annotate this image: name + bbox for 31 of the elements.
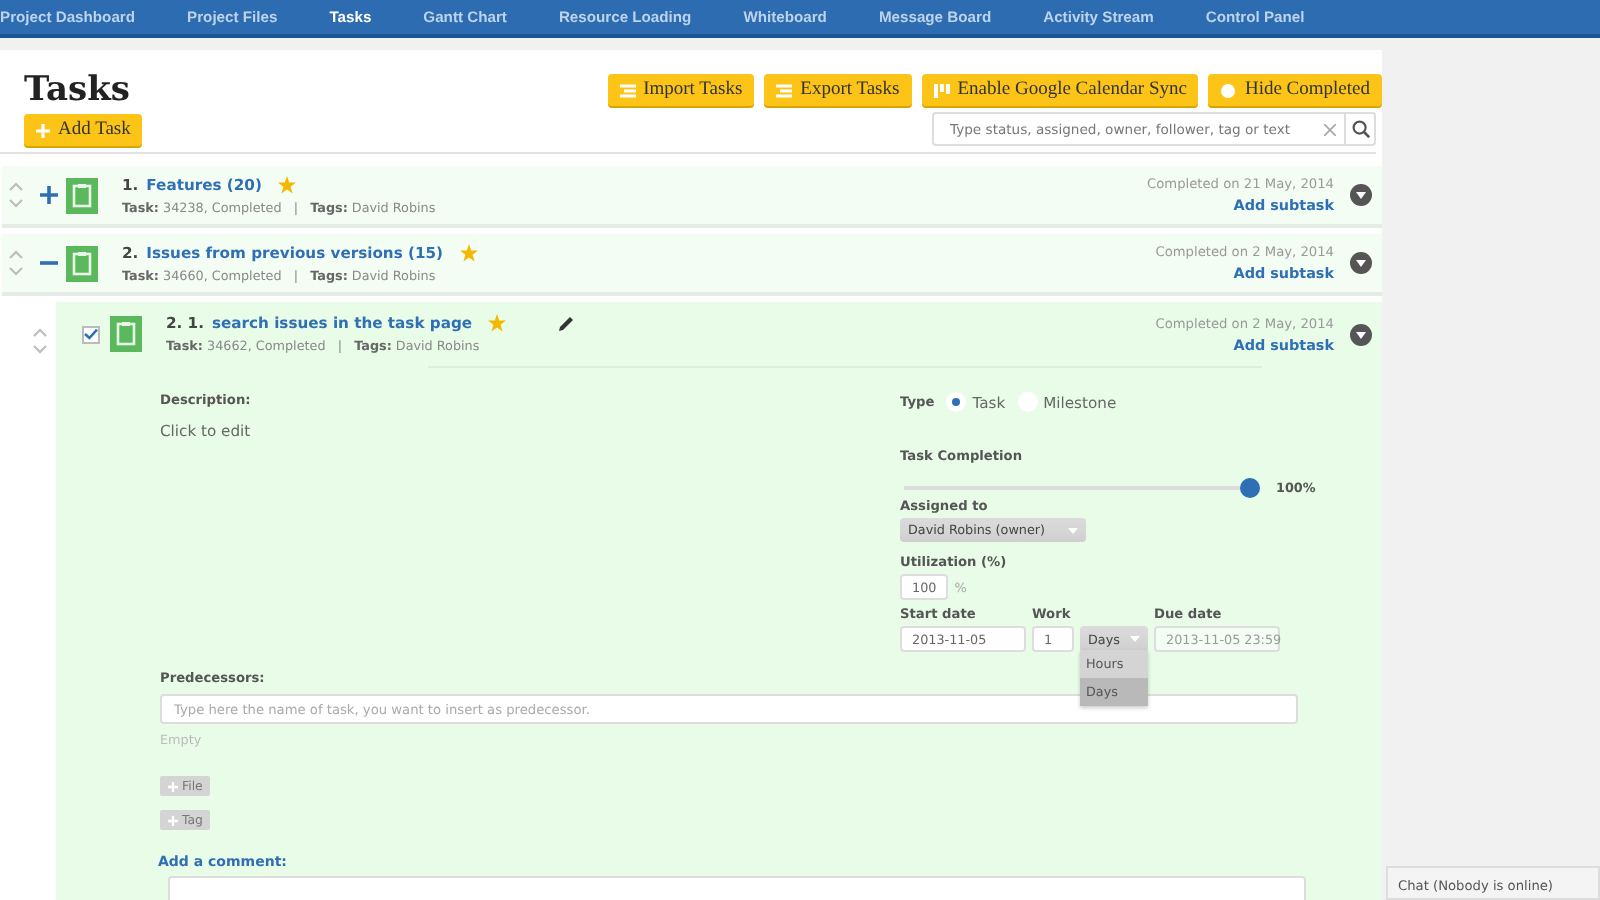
action-button[interactable]: Hide Completed <box>1208 74 1382 106</box>
plus-icon <box>168 781 178 791</box>
search-icon[interactable] <box>1351 120 1369 138</box>
check-icon <box>84 328 98 340</box>
action-button[interactable]: Export Tasks <box>764 74 912 106</box>
add-task-button[interactable]: Add Task <box>24 114 143 146</box>
checkbox[interactable] <box>82 325 100 343</box>
dropdown-caret-icon[interactable] <box>1350 323 1372 345</box>
plus-icon <box>168 815 178 825</box>
page-title: Tasks <box>24 70 130 110</box>
action-button[interactable]: Import Tasks <box>607 74 755 106</box>
caret-icon <box>1130 636 1140 642</box>
lines-icon <box>619 81 636 99</box>
plus-icon <box>36 123 50 137</box>
star-icon[interactable] <box>459 243 478 261</box>
caret-icon <box>1068 527 1078 533</box>
dropdown-caret-icon[interactable] <box>1350 184 1372 206</box>
clipboard-icon <box>66 177 98 213</box>
slider-thumb[interactable] <box>1240 478 1260 498</box>
star-icon[interactable] <box>277 175 296 193</box>
bars-icon <box>933 81 950 99</box>
action-button[interactable]: Enable Google Calendar Sync <box>921 74 1199 106</box>
lines-icon <box>776 81 793 99</box>
circle-icon <box>1220 81 1237 99</box>
clipboard-icon <box>110 316 142 352</box>
comment-field[interactable] <box>168 876 1306 900</box>
star-icon[interactable] <box>488 314 507 332</box>
clipboard-icon <box>66 245 98 281</box>
pencil-icon[interactable] <box>558 315 575 331</box>
expand-icon[interactable] <box>40 186 58 204</box>
dropdown-caret-icon[interactable] <box>1350 252 1372 274</box>
